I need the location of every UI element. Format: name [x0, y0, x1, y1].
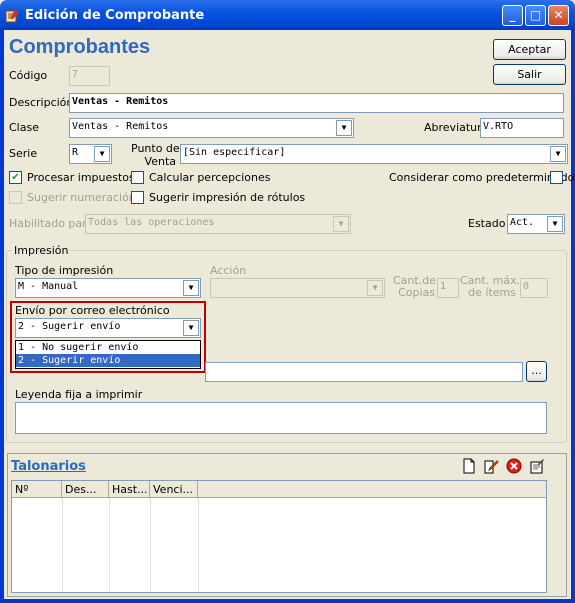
envio-option[interactable]: 1 - No sugerir envío [16, 341, 200, 354]
chevron-down-icon: ▼ [333, 216, 349, 232]
accion-select: ▼ [210, 278, 385, 298]
accept-button[interactable]: Aceptar [493, 39, 566, 60]
punto-venta-label-line2: Venta [144, 155, 176, 168]
chevron-down-icon[interactable]: ▼ [94, 146, 110, 162]
grid-divider [62, 498, 63, 592]
browse-button[interactable]: ... [526, 361, 547, 382]
app-icon [5, 9, 19, 23]
abreviatura-label: Abreviatura [424, 121, 489, 134]
considerar-predeterminado-checkbox[interactable] [550, 171, 563, 184]
close-button[interactable]: ✕ [548, 5, 569, 26]
grid-divider [150, 498, 151, 592]
cant-max-items-label: Cant. máx. de ítems [460, 275, 520, 299]
estado-label: Estado [468, 217, 506, 230]
estado-select[interactable]: Act. ▼ [507, 214, 565, 234]
habilitado-label: Habilitado para [9, 217, 94, 230]
tipo-impresion-label: Tipo de impresión [15, 264, 114, 277]
envio-options-list: 1 - No sugerir envío 2 - Sugerir envío [15, 340, 201, 369]
page-title: Comprobantes [9, 36, 151, 58]
codigo-field: 7 [69, 66, 110, 86]
chevron-down-icon[interactable]: ▼ [336, 120, 352, 136]
cant-copias-label-line2: Copias [398, 286, 435, 299]
abreviatura-input[interactable]: V.RTO [480, 118, 564, 138]
leyenda-label: Leyenda fija a imprimir [15, 388, 143, 401]
chevron-down-icon[interactable]: ▼ [183, 320, 199, 336]
tipo-impresion-select[interactable]: M - Manual ▼ [15, 278, 201, 298]
accion-label: Acción [210, 264, 247, 277]
punto-venta-label: Punto de Venta [131, 142, 180, 168]
edit-doc-icon[interactable] [482, 458, 500, 476]
cant-max-items-field: 0 [520, 278, 548, 298]
sugerir-rotulos-checkbox[interactable] [131, 191, 144, 204]
clase-label: Clase [9, 121, 39, 134]
calcular-percepciones-label: Calcular percepciones [149, 171, 271, 184]
clase-select[interactable]: Ventas - Remitos ▼ [69, 118, 354, 138]
procesar-impuestos-label: Procesar impuestos [27, 171, 135, 184]
calcular-percepciones-checkbox[interactable] [131, 171, 144, 184]
new-doc-icon[interactable] [460, 458, 478, 476]
punto-venta-value: [Sin especificar] [183, 147, 286, 158]
serie-value: R [72, 147, 79, 158]
sugerir-numeracion-checkbox [9, 191, 22, 204]
envio-select[interactable]: 2 - Sugerir envío ▼ [15, 318, 201, 338]
clase-value: Ventas - Remitos [72, 121, 169, 132]
considerar-predeterminado-label: Considerar como predeterminado [389, 171, 575, 184]
habilitado-select: Todas las operaciones ▼ [85, 214, 351, 234]
cant-copias-field: 1 [437, 278, 459, 298]
envio-label: Envío por correo electrónico [15, 304, 170, 317]
envio-value: 2 - Sugerir envío [18, 321, 121, 332]
punto-venta-select[interactable]: [Sin especificar] ▼ [180, 144, 568, 164]
minimize-button[interactable]: _ [502, 5, 523, 26]
grid-header-desde[interactable]: Des... [62, 481, 109, 498]
procesar-impuestos-checkbox[interactable]: ✔ [9, 171, 22, 184]
grid-header-numero[interactable]: Nº [12, 481, 62, 498]
leyenda-textarea[interactable] [15, 402, 547, 434]
chevron-down-icon: ▼ [367, 280, 383, 296]
cant-max-items-label-line2: de ítems [468, 286, 516, 299]
maximize-button[interactable]: □ [525, 5, 546, 26]
estado-value: Act. [510, 217, 535, 228]
codigo-label: Código [9, 69, 48, 82]
sugerir-rotulos-label: Sugerir impresión de rótulos [149, 191, 306, 204]
talonarios-title: Talonarios [11, 459, 86, 474]
properties-icon[interactable] [528, 458, 546, 476]
cant-copias-label: Cant.de Copias [393, 275, 436, 299]
talonarios-grid[interactable]: Nº Des... Hast... Venci... [11, 480, 547, 593]
habilitado-value: Todas las operaciones [88, 217, 215, 228]
grid-divider [198, 498, 199, 592]
delete-icon[interactable] [505, 458, 523, 476]
hidden-text-field[interactable] [205, 362, 523, 382]
grid-header-vencimiento[interactable]: Venci... [150, 481, 198, 498]
descripcion-input[interactable]: Ventas - Remitos [69, 93, 564, 113]
chevron-down-icon[interactable]: ▼ [547, 216, 563, 232]
chevron-down-icon[interactable]: ▼ [183, 280, 199, 296]
sugerir-numeracion-label: Sugerir numeración [27, 191, 136, 204]
descripcion-label: Descripción [9, 96, 74, 109]
envio-option-selected[interactable]: 2 - Sugerir envío [16, 354, 200, 367]
impresion-group-title: Impresión [12, 244, 71, 257]
chevron-down-icon[interactable]: ▼ [550, 146, 566, 162]
serie-label: Serie [9, 147, 38, 160]
grid-divider [109, 498, 110, 592]
serie-select[interactable]: R ▼ [69, 144, 112, 164]
grid-header-hasta[interactable]: Hast... [109, 481, 150, 498]
title-bar: Edición de Comprobante _ □ ✕ [0, 0, 575, 30]
punto-venta-label-line1: Punto de [131, 142, 180, 155]
window-title: Edición de Comprobante [25, 8, 205, 23]
tipo-impresion-value: M - Manual [18, 281, 79, 292]
exit-button[interactable]: Salir [493, 64, 566, 85]
grid-header-filler [198, 481, 546, 498]
